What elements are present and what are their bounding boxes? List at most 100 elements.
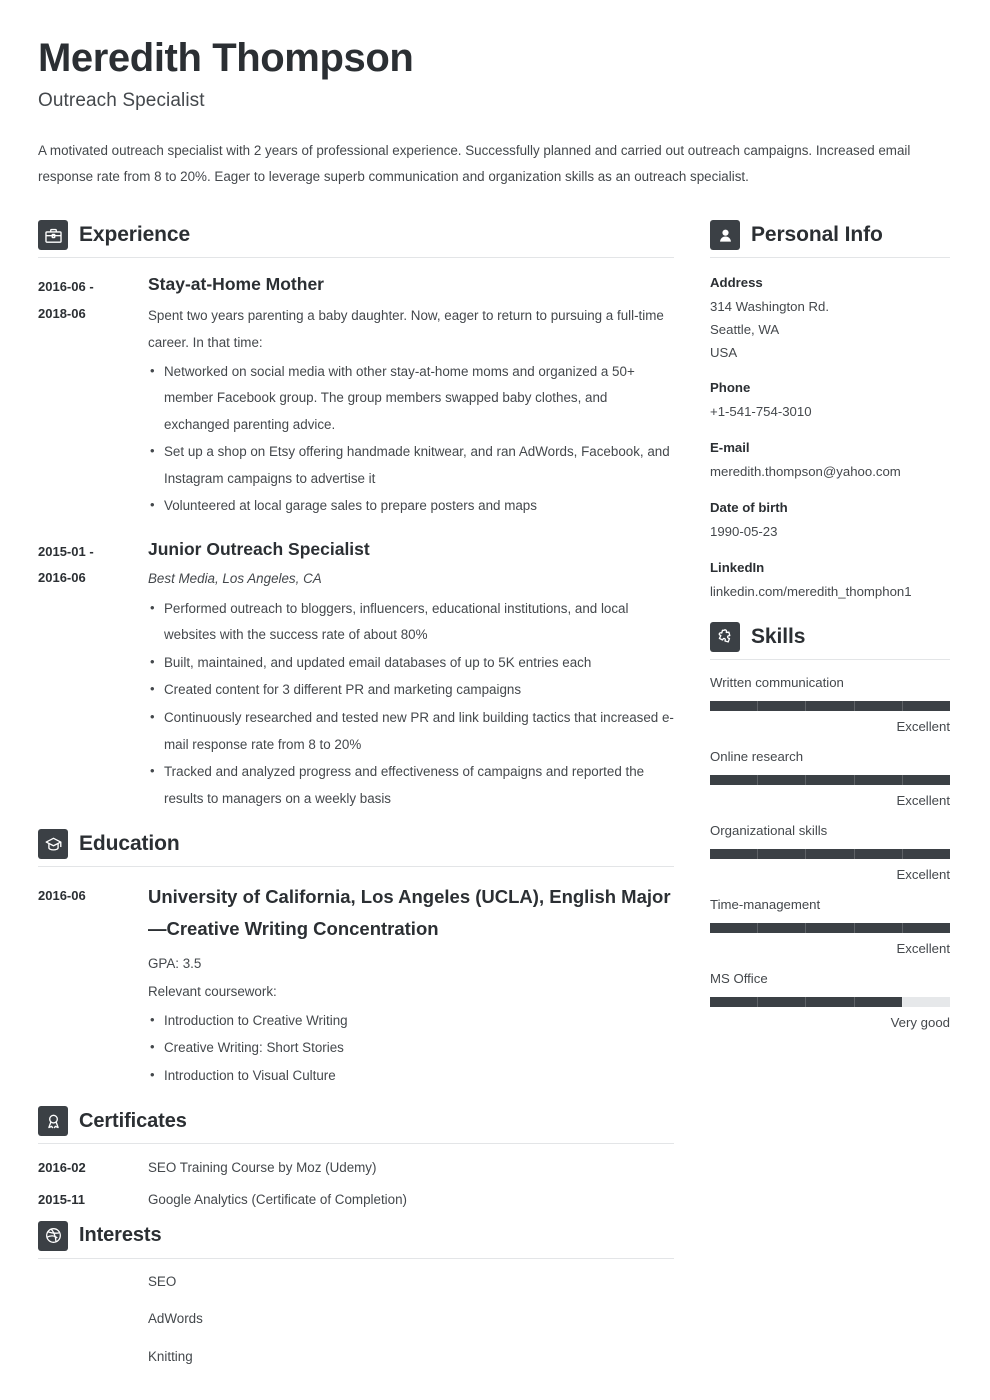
- main-column: Experience 2016-06 -2018-06 Stay-at-Home…: [38, 220, 674, 1386]
- interest-entry: Knitting: [38, 1348, 674, 1367]
- entry-body: University of California, Los Angeles (U…: [148, 881, 674, 1090]
- skill-item: Time-management Excellent: [710, 896, 950, 959]
- entry-title: Junior Outreach Specialist: [148, 538, 370, 559]
- interest-entry: SEO: [38, 1273, 674, 1292]
- info-label: Address: [710, 275, 763, 291]
- info-linkedin: LinkedIn linkedin.com/meredith_thomphon1: [710, 557, 950, 604]
- list-item: Volunteered at local garage sales to pre…: [148, 492, 674, 520]
- skill-bar-ticks: [710, 701, 950, 712]
- resume-header: Meredith Thompson Outreach Specialist A …: [38, 36, 950, 190]
- experience-entry: 2015-01 -2016-06 Junior Outreach Special…: [38, 537, 674, 813]
- entry-date: 2015-11: [38, 1191, 85, 1207]
- section-header-experience: Experience: [38, 220, 674, 259]
- experience-entry: 2016-06 -2018-06 Stay-at-Home Mother Spe…: [38, 272, 674, 521]
- info-value: 314 Washington Rd.: [710, 299, 830, 315]
- skill-level: Excellent: [896, 867, 950, 883]
- dribbble-ball-icon: [38, 1220, 68, 1251]
- info-date-of-birth: Date of birth 1990-05-23: [710, 497, 950, 544]
- interest-entry: AdWords: [38, 1310, 674, 1329]
- section-personal-info: Personal Info Address 314 Washington Rd.…: [710, 220, 950, 604]
- section-title-experience: Experience: [79, 223, 191, 247]
- skill-bar-ticks: [710, 923, 950, 934]
- list-item: Creative Writing: Short Stories: [148, 1034, 674, 1062]
- list-item: Introduction to Creative Writing: [148, 1007, 674, 1035]
- list-item: Created content for 3 different PR and m…: [148, 676, 674, 704]
- entry-body: Stay-at-Home Mother Spent two years pare…: [148, 272, 674, 521]
- entry-date: 2015-01 -2016-06: [38, 543, 94, 586]
- section-header-skills: Skills: [710, 621, 950, 660]
- skill-bar: [710, 923, 950, 934]
- interest-spacer: [38, 1348, 148, 1367]
- interest-name: AdWords: [148, 1311, 203, 1327]
- skill-bar: [710, 701, 950, 712]
- info-label: Date of birth: [710, 499, 788, 515]
- section-title-skills: Skills: [751, 624, 806, 648]
- section-header-interests: Interests: [38, 1220, 674, 1259]
- entry-title: Stay-at-Home Mother: [148, 274, 324, 295]
- section-title-personal-info: Personal Info: [751, 223, 883, 247]
- briefcase-icon: [38, 220, 68, 251]
- skill-bar: [710, 996, 950, 1007]
- experience-entries: 2016-06 -2018-06 Stay-at-Home Mother Spe…: [38, 272, 674, 813]
- entry-title: University of California, Los Angeles (U…: [148, 886, 671, 939]
- section-interests: Interests SEO AdWords Knitting: [38, 1220, 674, 1367]
- skill-item: Written communication Excellent: [710, 674, 950, 737]
- list-item: Set up a shop on Etsy offering handmade …: [148, 438, 674, 492]
- entry-date: 2016-06: [38, 888, 86, 904]
- skill-name: Written communication: [710, 674, 844, 690]
- skill-bar-ticks: [710, 849, 950, 860]
- section-experience: Experience 2016-06 -2018-06 Stay-at-Home…: [38, 220, 674, 813]
- certificate-entry: 2015-11 Google Analytics (Certificate of…: [38, 1190, 674, 1210]
- graduation-cap-icon: [38, 829, 68, 860]
- side-column: Personal Info Address 314 Washington Rd.…: [710, 220, 950, 1043]
- skill-name: Time-management: [710, 896, 821, 912]
- skill-level: Very good: [890, 1014, 950, 1030]
- list-item: Introduction to Visual Culture: [148, 1062, 674, 1090]
- info-value: Seattle, WA: [710, 321, 780, 337]
- info-label: LinkedIn: [710, 559, 765, 575]
- person-icon: [710, 220, 740, 251]
- info-value[interactable]: linkedin.com/meredith_thomphon1: [710, 581, 950, 604]
- entry-bullets: Introduction to Creative Writing Creativ…: [148, 1007, 674, 1090]
- entry-date: 2016-06 -2018-06: [38, 279, 94, 321]
- skill-bar-ticks: [710, 996, 950, 1007]
- entry-body: Junior Outreach Specialist Best Media, L…: [148, 537, 674, 813]
- coursework-label: Relevant coursework:: [148, 984, 277, 1000]
- list-item: Built, maintained, and updated email dat…: [148, 649, 674, 677]
- list-item: Tracked and analyzed progress and effect…: [148, 758, 674, 812]
- section-header-certificates: Certificates: [38, 1106, 674, 1145]
- skill-item: Organizational skills Excellent: [710, 822, 950, 885]
- education-entry: 2016-06 University of California, Los An…: [38, 881, 674, 1090]
- info-value: meredith.thompson@yahoo.com: [710, 464, 901, 480]
- interest-name: SEO: [148, 1273, 177, 1289]
- interest-name: Knitting: [148, 1349, 193, 1365]
- skill-item: MS Office Very good: [710, 970, 950, 1033]
- info-phone: Phone +1-541-754-3010: [710, 377, 950, 424]
- skill-level: Excellent: [896, 793, 950, 809]
- section-title-certificates: Certificates: [79, 1109, 187, 1132]
- entry-description: Spent two years parenting a baby daughte…: [148, 308, 664, 350]
- entry-bullets: Networked on social media with other sta…: [148, 358, 674, 520]
- info-email: E-mail meredith.thompson@yahoo.com: [710, 437, 950, 484]
- section-title-interests: Interests: [79, 1224, 162, 1247]
- info-value: USA: [710, 344, 738, 360]
- entry-subtitle: Best Media, Los Angeles, CA: [148, 571, 322, 587]
- interest-spacer: [38, 1310, 148, 1329]
- section-education: Education 2016-06 University of Californ…: [38, 829, 674, 1090]
- list-item: Performed outreach to bloggers, influenc…: [148, 595, 674, 649]
- info-value: +1-541-754-3010: [710, 404, 812, 420]
- info-label: Phone: [710, 380, 751, 396]
- interest-spacer: [38, 1273, 148, 1292]
- professional-summary: A motivated outreach specialist with 2 y…: [38, 142, 911, 184]
- skill-name: Organizational skills: [710, 822, 828, 838]
- entry-bullets: Performed outreach to bloggers, influenc…: [148, 595, 674, 812]
- section-header-personal-info: Personal Info: [710, 220, 950, 259]
- skill-bar: [710, 775, 950, 786]
- entry-date: 2016-02: [38, 1160, 86, 1176]
- info-address: Address 314 Washington Rd. Seattle, WA U…: [710, 272, 950, 364]
- certificate-name: SEO Training Course by Moz (Udemy): [148, 1160, 377, 1176]
- skill-bar-ticks: [710, 775, 950, 786]
- info-label: E-mail: [710, 440, 750, 456]
- section-certificates: Certificates 2016-02 SEO Training Course…: [38, 1106, 674, 1209]
- skill-name: Online research: [710, 748, 804, 764]
